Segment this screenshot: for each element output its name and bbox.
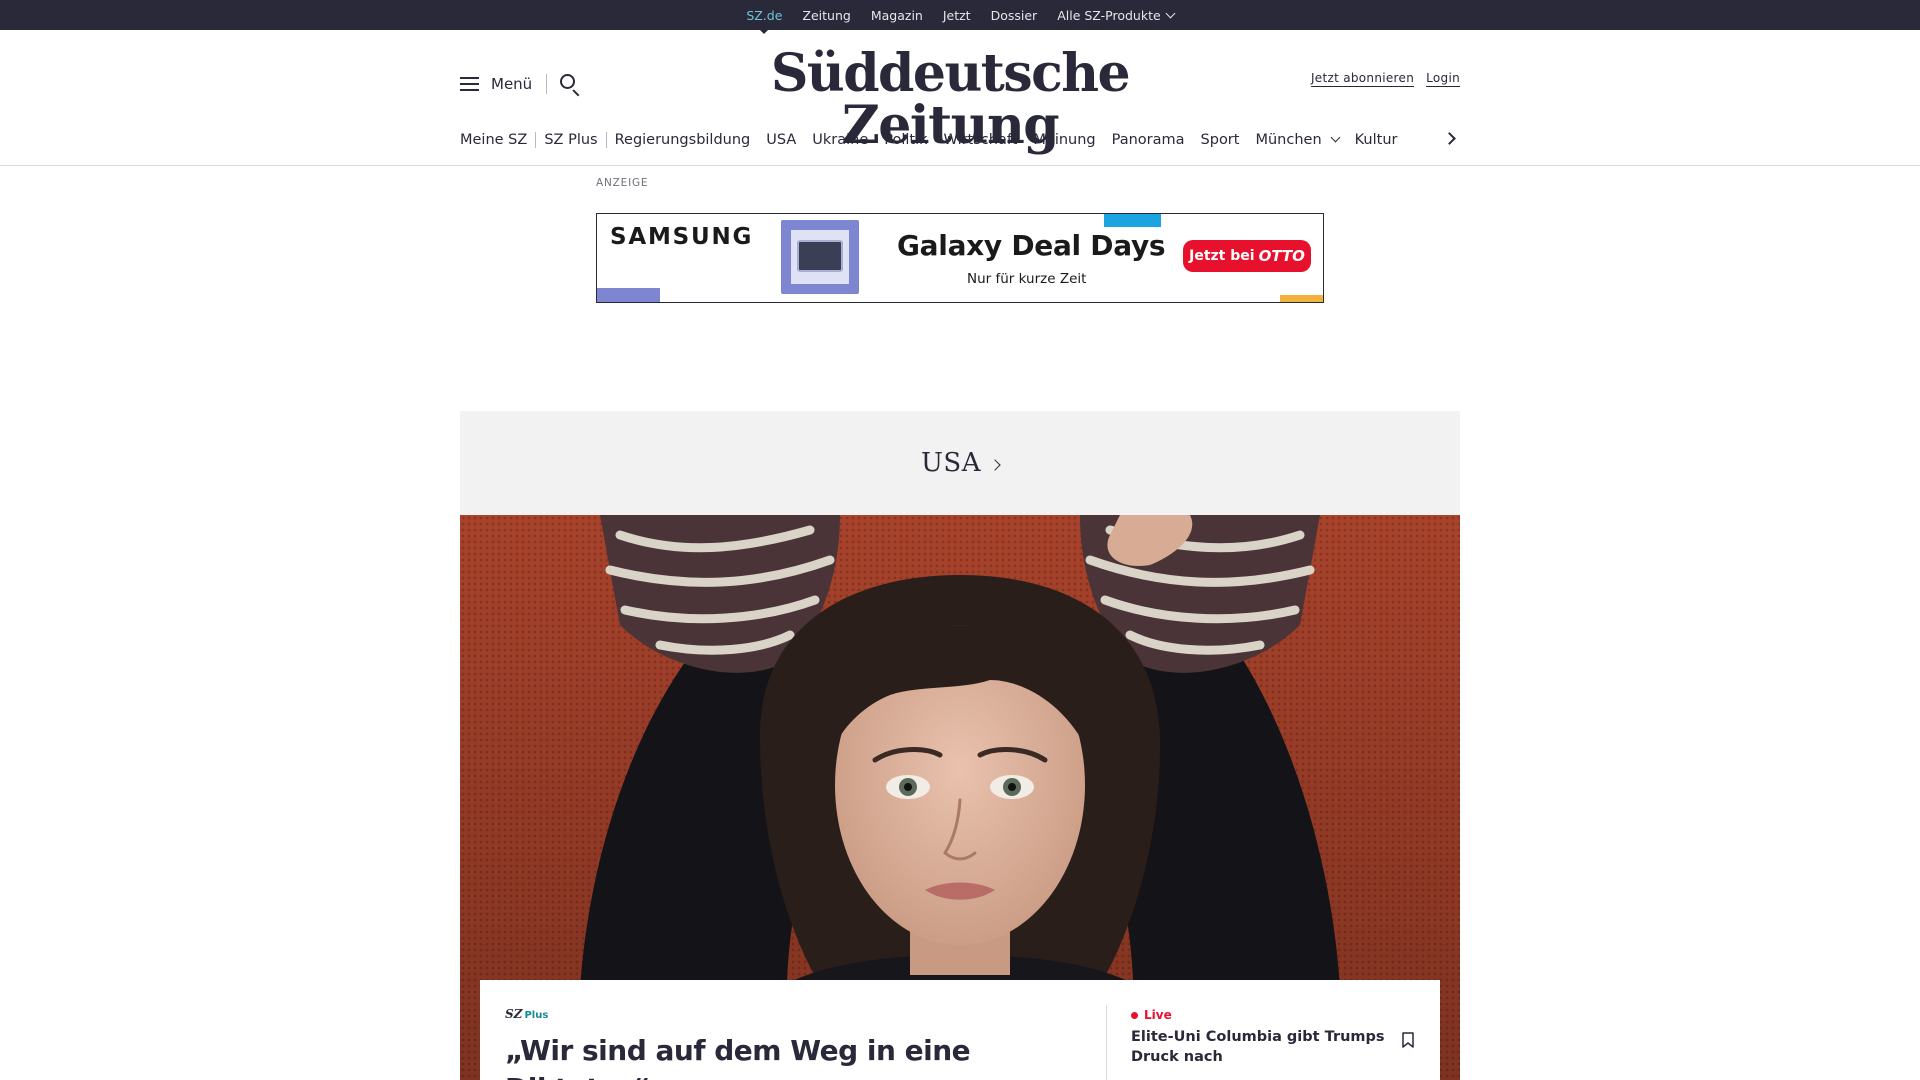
subscribe-link[interactable]: Jetzt abonnieren: [1310, 71, 1415, 87]
topbar-link-zeitung[interactable]: Zeitung: [802, 8, 850, 23]
menu-divider: [546, 74, 548, 94]
nav-item-sport[interactable]: Sport: [1193, 132, 1248, 148]
live-indicator: Live: [1131, 1008, 1172, 1022]
site-header: Menü Süddeutsche Zeitung Jetzt abonniere…: [460, 30, 1460, 152]
live-dot-icon: [1131, 1011, 1138, 1019]
topbar-link-sz-de[interactable]: SZ.de: [746, 8, 782, 34]
bookmark-icon[interactable]: [1402, 1032, 1414, 1048]
ad-cta-button[interactable]: Jetzt bei OTTO: [1183, 240, 1311, 272]
topbar-products-label: Alle SZ-Produkte: [1057, 7, 1161, 23]
nav-item-meine-sz[interactable]: Meine SZ: [460, 132, 535, 148]
top-product-bar: SZ.de Zeitung Magazin Jetzt Dossier Alle…: [0, 0, 1920, 34]
nav-item-ukraine[interactable]: Ukraine: [804, 132, 876, 148]
main-navigation: Meine SZ SZ Plus Regierungsbildung USA U…: [460, 128, 1460, 152]
live-label: Live: [1144, 1008, 1172, 1022]
ad-cta-brand: OTTO: [1258, 247, 1305, 265]
ad-cta-text: Jetzt bei: [1189, 248, 1255, 264]
topbar-link-dossier[interactable]: Dossier: [991, 8, 1038, 23]
menu-label: Menü: [491, 75, 533, 93]
ad-brand: SAMSUNG: [610, 224, 754, 250]
topbar-products-dropdown[interactable]: Alle SZ-Produkte: [1057, 7, 1176, 23]
nav-item-usa[interactable]: USA: [758, 132, 804, 148]
nav-item-meinung[interactable]: Meinung: [1025, 132, 1103, 148]
ad-headline: Galaxy Deal Days: [897, 229, 1166, 262]
ad-decoration-bar: [597, 288, 660, 302]
nav-item-politik[interactable]: Politik: [876, 132, 935, 148]
teaser-divider: [1106, 1005, 1107, 1080]
nav-item-wirtschaft[interactable]: Wirtschaft: [936, 132, 1026, 148]
nav-item-muenchen-label: München: [1255, 132, 1322, 148]
side-teaser-title[interactable]: Elite-Uni Columbia gibt Trumps Druck nac…: [1131, 1028, 1401, 1067]
sz-plus-badge: SZ Plus: [505, 1007, 548, 1021]
account-links: Jetzt abonnieren Login: [1310, 71, 1460, 87]
login-link[interactable]: Login: [1426, 71, 1460, 87]
search-icon[interactable]: [559, 73, 581, 97]
chevron-right-icon: [989, 459, 1001, 471]
chevron-down-icon: [1165, 8, 1176, 18]
nav-item-kultur[interactable]: Kultur: [1347, 132, 1406, 148]
ad-subline: Nur für kurze Zeit: [967, 271, 1087, 287]
ad-decoration-bar: [1104, 214, 1161, 227]
section-header-usa[interactable]: USA: [460, 411, 1460, 515]
teaser-card[interactable]: SZ Plus „Wir sind auf dem Weg in eine Di…: [480, 980, 1440, 1080]
ad-label: ANZEIGE: [596, 177, 649, 189]
sz-plus-badge-plus: Plus: [524, 1010, 549, 1021]
topbar-link-magazin[interactable]: Magazin: [871, 8, 923, 23]
nav-scroll-right-icon[interactable]: [1443, 132, 1456, 145]
section-title: USA: [921, 448, 981, 478]
ad-banner[interactable]: SAMSUNG Galaxy Deal Days Nur für kurze Z…: [596, 213, 1324, 303]
teaser-headline[interactable]: „Wir sind auf dem Weg in eine Diktatur“: [505, 1032, 1065, 1080]
chevron-down-icon: [1330, 132, 1341, 143]
nav-item-regierungsbildung[interactable]: Regierungsbildung: [607, 132, 759, 148]
ad-decoration-bar: [1280, 295, 1323, 302]
ad-product-image: [781, 220, 859, 294]
sz-plus-badge-sz: SZ: [505, 1007, 523, 1021]
topbar-link-jetzt[interactable]: Jetzt: [943, 8, 971, 23]
nav-item-sz-plus[interactable]: SZ Plus: [536, 132, 605, 148]
menu-button[interactable]: Menü: [460, 73, 581, 97]
nav-item-panorama[interactable]: Panorama: [1104, 132, 1193, 148]
nav-item-muenchen[interactable]: München: [1247, 132, 1346, 148]
header-divider: [0, 165, 1920, 166]
hamburger-icon: [460, 76, 479, 92]
